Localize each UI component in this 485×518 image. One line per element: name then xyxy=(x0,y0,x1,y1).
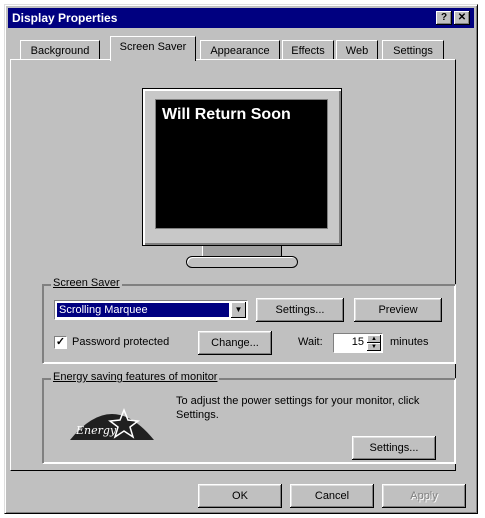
tab-settings[interactable]: Settings xyxy=(382,40,444,60)
window-title: Display Properties xyxy=(12,11,118,25)
preview-screen: Will Return Soon xyxy=(155,99,328,229)
wait-minutes-spinner[interactable]: 15 ▲ ▼ xyxy=(333,333,383,353)
screen-saver-settings-button[interactable]: Settings... xyxy=(256,298,344,322)
tab-effects[interactable]: Effects xyxy=(282,40,334,60)
tab-screen-saver[interactable]: Screen Saver xyxy=(110,36,196,61)
chevron-down-icon[interactable]: ▼ xyxy=(231,302,246,318)
screen-saver-select[interactable]: Scrolling Marquee ▼ xyxy=(54,300,248,320)
close-button[interactable]: ✕ xyxy=(454,11,470,25)
spin-up-icon[interactable]: ▲ xyxy=(367,335,381,343)
energy-logo-text: Energy xyxy=(75,424,117,437)
screen-saver-group-label: Screen Saver xyxy=(51,277,122,289)
password-protected-checkbox[interactable]: ✓ xyxy=(54,336,67,349)
password-protected-label: Password protected xyxy=(72,336,170,348)
tab-web[interactable]: Web xyxy=(336,40,378,60)
cancel-button[interactable]: Cancel xyxy=(290,484,374,508)
apply-button[interactable]: Apply xyxy=(382,484,466,508)
wait-value: 15 xyxy=(351,336,364,348)
ok-button[interactable]: OK xyxy=(198,484,282,508)
energy-settings-button[interactable]: Settings... xyxy=(352,436,436,460)
monitor-base xyxy=(186,256,298,268)
energy-star-logo-icon: Energy xyxy=(70,407,154,440)
wait-label: Wait: xyxy=(298,336,323,348)
title-bar[interactable]: Display Properties ? ✕ xyxy=(8,8,474,28)
tab-background[interactable]: Background xyxy=(20,40,100,60)
energy-saving-group-label: Energy saving features of monitor xyxy=(51,371,220,383)
help-button[interactable]: ? xyxy=(436,11,452,25)
monitor-neck xyxy=(202,246,282,256)
energy-description: To adjust the power settings for your mo… xyxy=(176,395,420,421)
screen-saver-selected-value: Scrolling Marquee xyxy=(57,303,229,317)
change-password-button[interactable]: Change... xyxy=(198,331,272,355)
tab-appearance[interactable]: Appearance xyxy=(200,40,280,60)
monitor-preview: Will Return Soon xyxy=(142,88,342,246)
spin-down-icon[interactable]: ▼ xyxy=(367,343,381,351)
preview-screen-text: Will Return Soon xyxy=(162,106,291,123)
minutes-label: minutes xyxy=(390,336,429,348)
preview-button[interactable]: Preview xyxy=(354,298,442,322)
